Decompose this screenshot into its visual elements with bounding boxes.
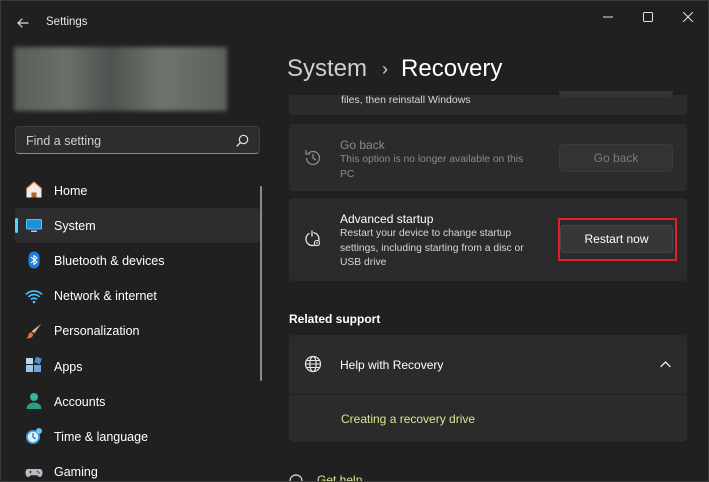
- close-icon: [683, 12, 693, 22]
- power-settings-icon: [305, 230, 321, 247]
- sidebar-item-label: Personalization: [54, 324, 140, 339]
- search-input[interactable]: Find a setting: [26, 134, 101, 148]
- sidebar-item-label: Time & language: [54, 429, 149, 444]
- sidebar-scrollbar[interactable]: [260, 186, 262, 381]
- reset-pc-button-edge[interactable]: [559, 91, 673, 97]
- related-support-heading: Related support: [289, 312, 381, 326]
- settings-window: Settings Find a setting Home System Blue…: [0, 0, 709, 482]
- advanced-startup-desc-line2: settings, including starting from a disc…: [340, 242, 524, 254]
- active-indicator: [15, 218, 18, 234]
- system-icon: [26, 219, 42, 233]
- minimize-icon: [603, 16, 613, 18]
- go-back-desc-line1: This option is no longer available on th…: [340, 154, 524, 165]
- maximize-icon: [643, 12, 653, 22]
- maximize-button[interactable]: [628, 6, 668, 28]
- bluetooth-icon: [28, 251, 40, 269]
- help-expanded-panel: Creating a recovery drive: [289, 395, 687, 442]
- person-icon: [26, 393, 42, 410]
- creating-recovery-drive-link[interactable]: Creating a recovery drive: [341, 412, 475, 426]
- go-back-desc-line2: PC: [340, 168, 355, 180]
- home-icon: [25, 181, 43, 198]
- sidebar-item-label: Gaming: [54, 465, 98, 480]
- help-icon: [289, 474, 303, 481]
- sidebar-item-home[interactable]: Home: [15, 173, 260, 208]
- sidebar-item-accounts[interactable]: Accounts: [15, 384, 260, 419]
- reset-pc-card: files, then reinstall Windows: [289, 91, 687, 115]
- highlight-box: [558, 218, 677, 261]
- back-button[interactable]: [11, 11, 35, 35]
- sidebar-item-label: Apps: [54, 359, 83, 374]
- advanced-startup-desc-line1: Restart your device to change startup: [340, 228, 512, 239]
- sidebar-item-gaming[interactable]: Gaming: [15, 455, 260, 482]
- sidebar-item-label: Home: [54, 183, 88, 198]
- get-help-link[interactable]: Get help: [317, 473, 362, 481]
- brush-icon: [26, 323, 42, 339]
- help-with-recovery-header[interactable]: Help with Recovery: [289, 335, 687, 394]
- sidebar-item-network[interactable]: Network & internet: [15, 279, 260, 314]
- page-title: Recovery: [401, 55, 503, 82]
- help-with-recovery-title: Help with Recovery: [340, 358, 444, 372]
- sidebar-item-label: Accounts: [54, 394, 106, 409]
- search-icon[interactable]: [236, 134, 249, 147]
- globe-icon: [304, 355, 322, 373]
- search-box[interactable]: Find a setting: [15, 126, 260, 154]
- sidebar-item-system[interactable]: System: [15, 208, 260, 244]
- sidebar-item-bluetooth[interactable]: Bluetooth & devices: [15, 243, 260, 278]
- title-bar: Settings: [1, 1, 708, 41]
- gamepad-icon: [25, 468, 43, 477]
- go-back-button[interactable]: Go back: [559, 144, 673, 172]
- sidebar-item-label: Bluetooth & devices: [54, 253, 165, 268]
- app-title: Settings: [46, 16, 88, 28]
- advanced-startup-title: Advanced startup: [340, 212, 434, 226]
- go-back-card: Go back This option is no longer availab…: [289, 124, 687, 191]
- advanced-startup-desc-line3: USB drive: [340, 257, 387, 268]
- wifi-icon: [25, 289, 43, 303]
- sidebar-nav: Home System Bluetooth & devices Network …: [15, 173, 260, 482]
- chevron-right-icon: ›: [382, 58, 389, 79]
- sidebar-item-label: System: [54, 218, 96, 233]
- apps-icon: [26, 356, 42, 372]
- sidebar-item-apps[interactable]: Apps: [15, 349, 260, 384]
- chevron-up-icon[interactable]: [660, 360, 671, 368]
- minimize-button[interactable]: [588, 6, 628, 28]
- history-icon: [305, 149, 321, 166]
- sidebar-item-time-language[interactable]: Time & language: [15, 419, 260, 454]
- sidebar-item-personalization[interactable]: Personalization: [15, 314, 260, 349]
- arrow-left-icon: [17, 18, 29, 28]
- go-back-title: Go back: [340, 138, 385, 152]
- clock-globe-icon: [26, 428, 42, 445]
- sidebar-item-label: Network & internet: [54, 289, 157, 304]
- breadcrumb-parent[interactable]: System: [287, 55, 367, 83]
- breadcrumb: System › Recovery: [287, 53, 502, 85]
- reset-card-text: files, then reinstall Windows: [341, 94, 471, 106]
- close-button[interactable]: [668, 6, 708, 28]
- account-profile-blurred[interactable]: [14, 47, 227, 111]
